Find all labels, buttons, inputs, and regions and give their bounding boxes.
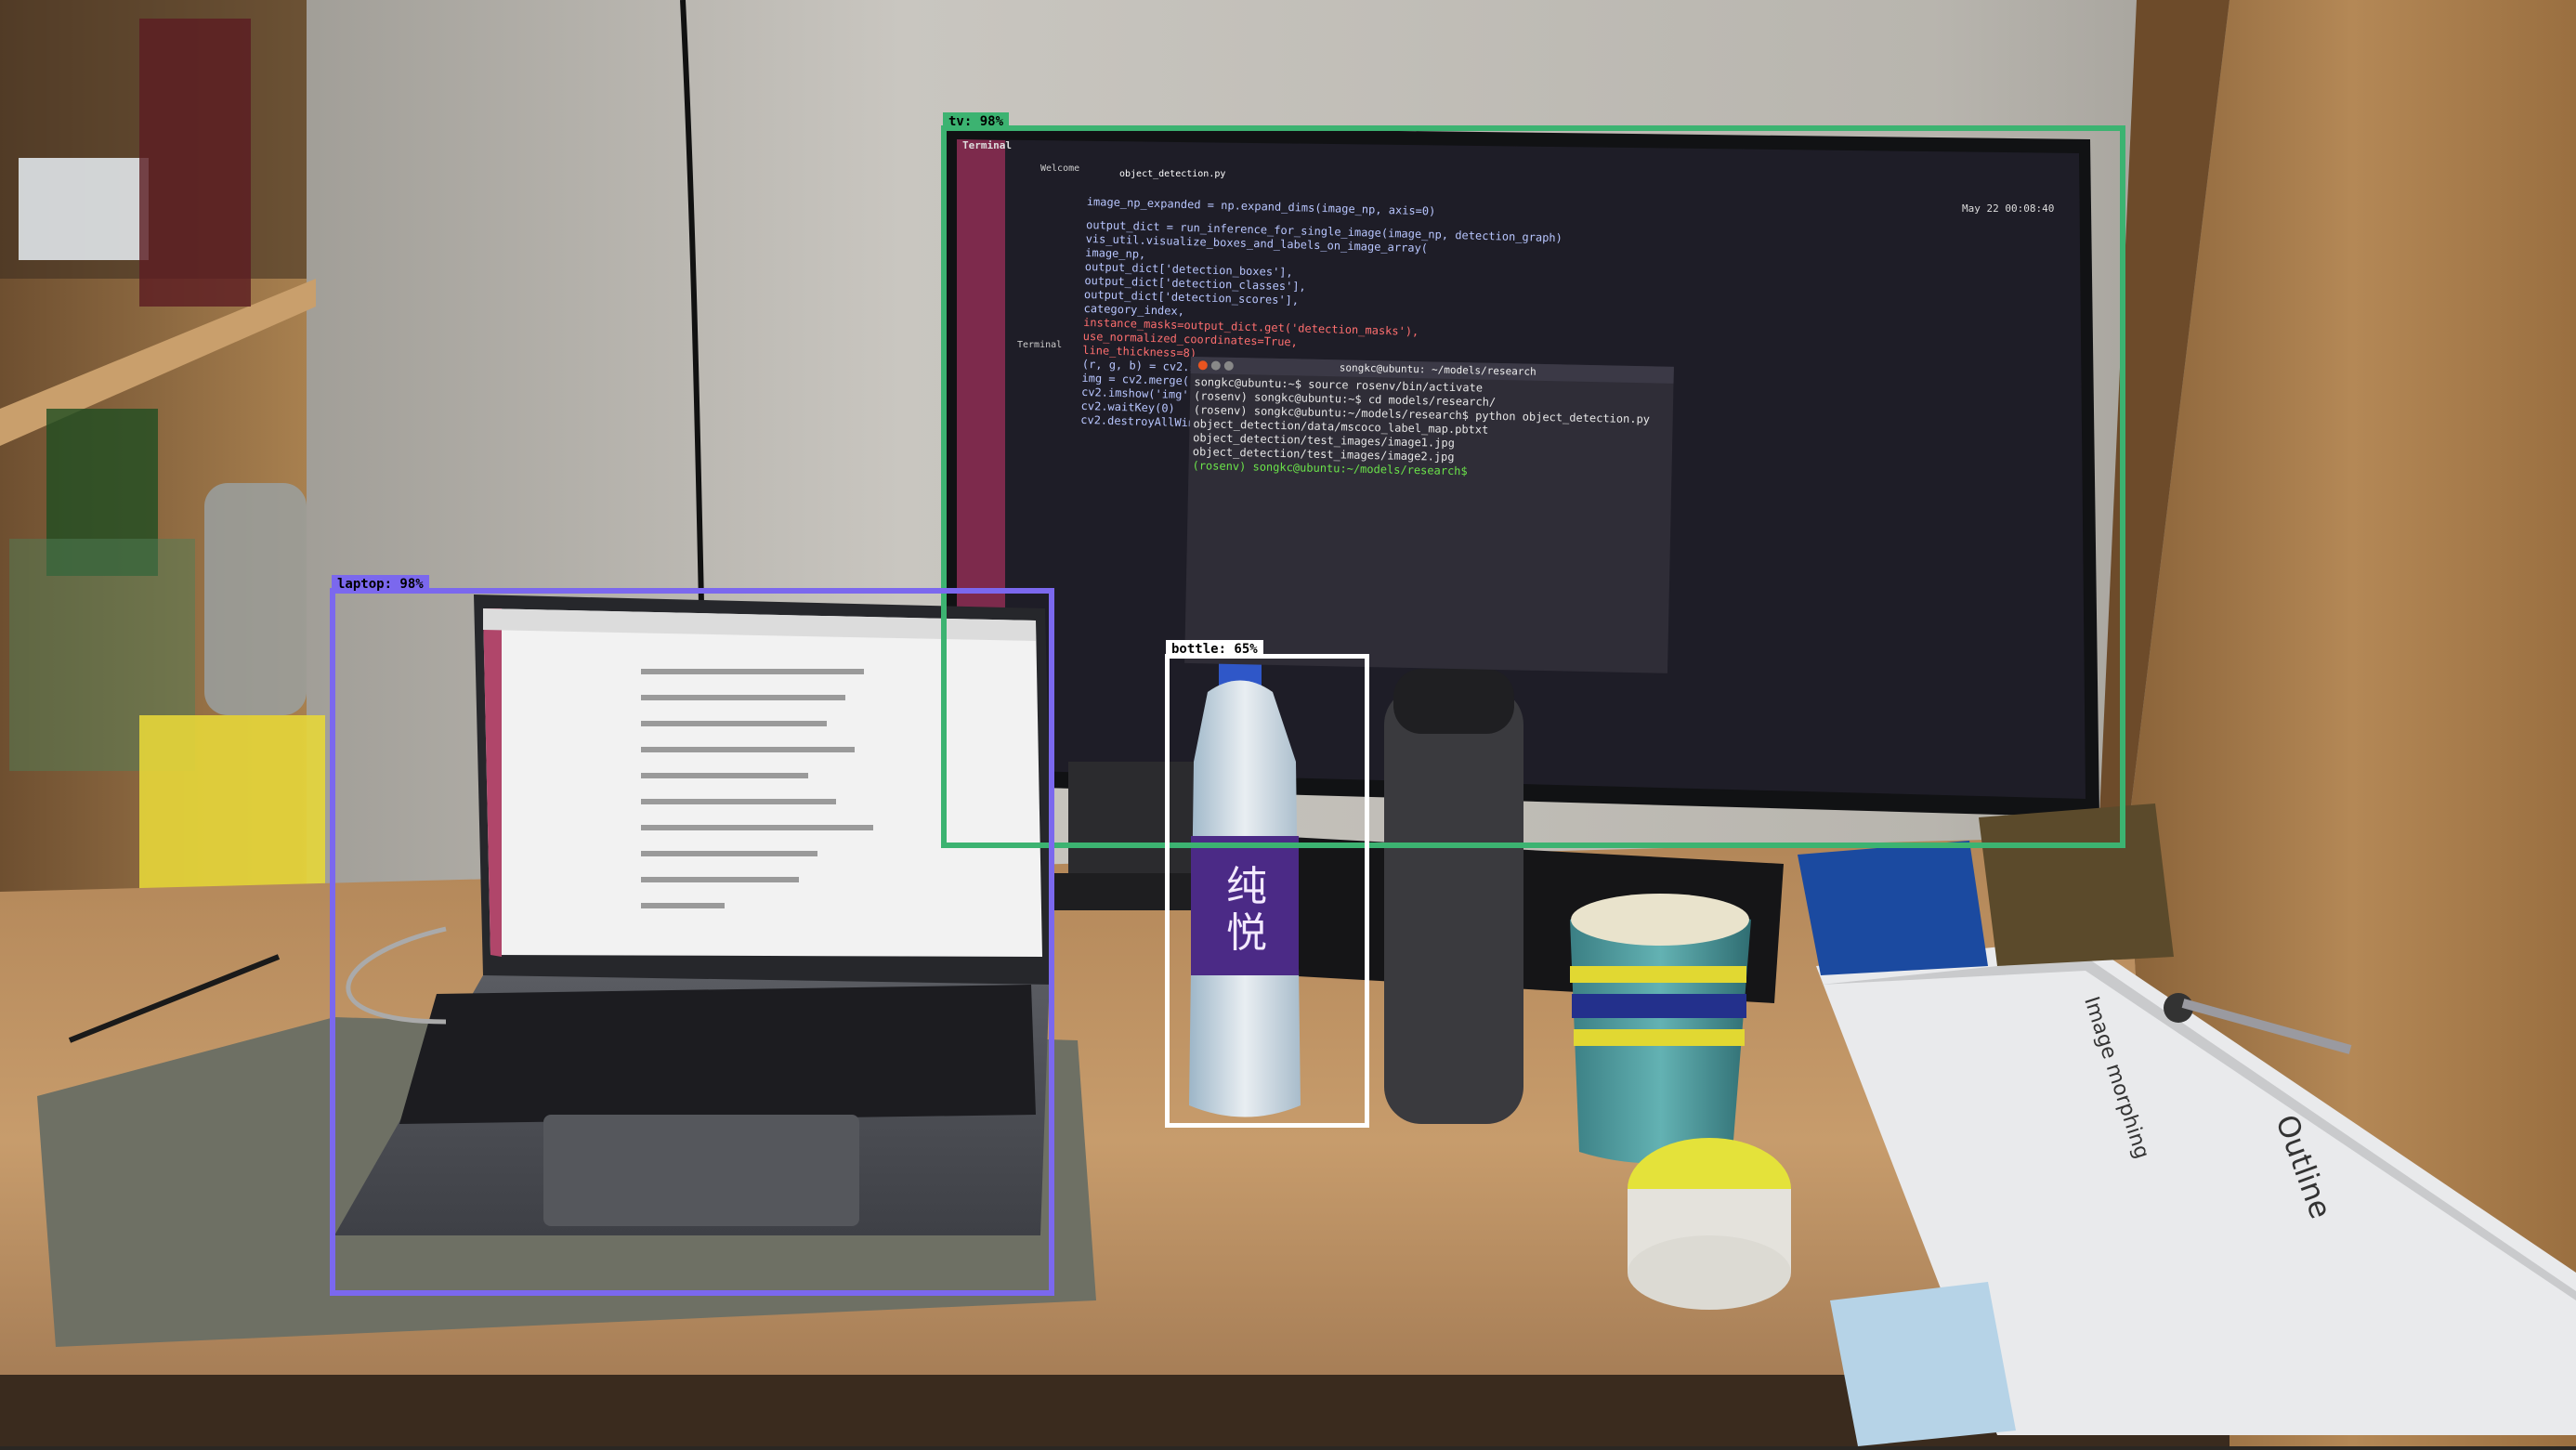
desk-photo: Terminal Welcome object_detection.py May… — [0, 0, 2576, 1446]
bottle-detection-box: bottle: 65% — [1165, 640, 1369, 1128]
laptop-detection-label: laptop: 98% — [332, 575, 429, 594]
tv-detection-label: tv: 98% — [943, 112, 1010, 131]
laptop-detection-box: laptop: 98% — [330, 575, 1054, 1296]
bottle-detection-label: bottle: 65% — [1166, 640, 1263, 659]
tv-detection-box: tv: 98% — [941, 112, 2125, 848]
